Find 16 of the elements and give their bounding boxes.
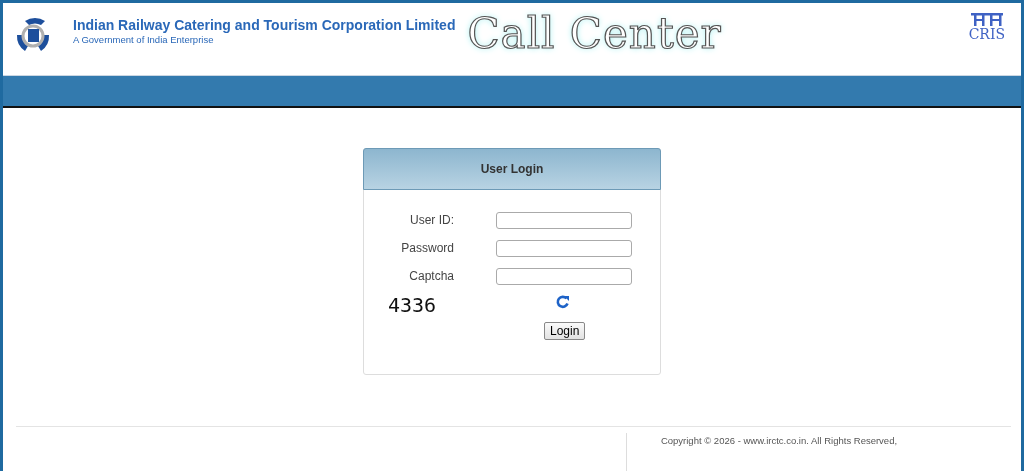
field-label: Password	[400, 241, 454, 255]
login-button[interactable]: Login	[544, 322, 586, 340]
copyright-text: Copyright © 2026 - www.irctc.co.in. All Rights Reserved,	[660, 435, 898, 448]
input-field[interactable]	[496, 267, 632, 285]
input-field[interactable]	[496, 211, 632, 229]
emblem-icon	[970, 11, 1003, 27]
organization-subtitle: A Government of India Enterprise	[73, 34, 215, 45]
partner-logo-text: CRIS	[968, 27, 1005, 41]
captcha-code: 4336	[388, 293, 438, 317]
field-label: Captcha	[408, 269, 454, 283]
organization-name: Indian Railway Catering and Tourism Corporation Limited	[73, 17, 456, 33]
field-label: User ID:	[409, 213, 454, 227]
page-title: Call Center	[467, 9, 722, 58]
refresh-icon[interactable]	[556, 295, 570, 309]
input-field[interactable]	[496, 239, 632, 257]
panel-title: User Login	[480, 162, 544, 176]
